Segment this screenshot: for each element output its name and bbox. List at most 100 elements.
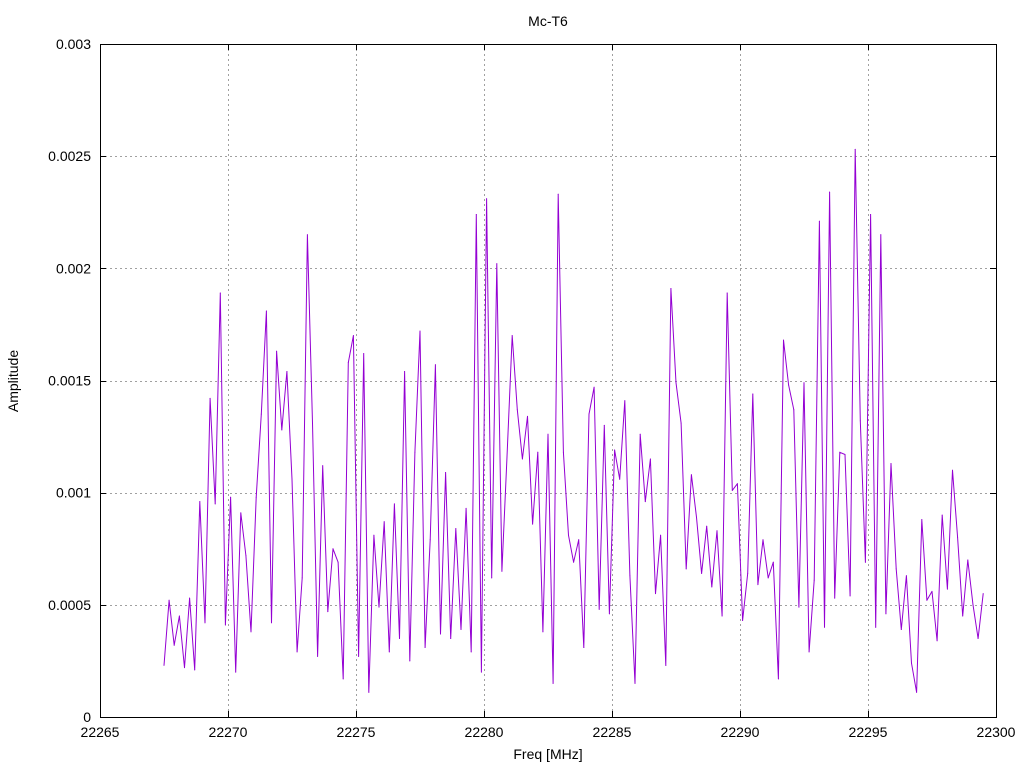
data-point bbox=[521, 458, 523, 460]
y-axis-label: Amplitude bbox=[5, 350, 21, 412]
x-tick-label: 22270 bbox=[209, 724, 248, 740]
data-point bbox=[245, 555, 247, 556]
data-point bbox=[317, 655, 319, 657]
data-point bbox=[736, 483, 738, 485]
data-point bbox=[532, 523, 534, 525]
data-point bbox=[931, 590, 933, 592]
data-point bbox=[680, 422, 682, 424]
data-point bbox=[696, 516, 697, 518]
data-point bbox=[301, 577, 303, 579]
y-tick-label: 0.0005 bbox=[48, 597, 91, 613]
data-point bbox=[962, 615, 964, 617]
data-point bbox=[327, 611, 329, 613]
data-point bbox=[255, 496, 257, 498]
x-tick-label: 22275 bbox=[337, 724, 376, 740]
data-point bbox=[240, 512, 242, 514]
data-point bbox=[189, 597, 191, 599]
data-point bbox=[619, 478, 621, 480]
data-point bbox=[839, 451, 841, 453]
data-point bbox=[342, 678, 344, 680]
data-point bbox=[946, 588, 948, 590]
data-point bbox=[588, 413, 590, 415]
data-point bbox=[511, 335, 513, 337]
data-point bbox=[926, 599, 928, 601]
data-point bbox=[701, 572, 703, 574]
data-point bbox=[803, 382, 805, 384]
data-point bbox=[977, 638, 979, 639]
data-point bbox=[163, 664, 165, 666]
data-point bbox=[516, 409, 518, 411]
data-point bbox=[706, 525, 708, 527]
data-point bbox=[506, 456, 508, 458]
data-point bbox=[475, 214, 477, 215]
data-point bbox=[798, 606, 800, 608]
y-tick-label: 0.002 bbox=[56, 260, 91, 276]
data-point bbox=[880, 234, 882, 236]
data-point bbox=[486, 198, 488, 200]
data-point bbox=[757, 584, 759, 586]
data-point bbox=[383, 521, 385, 523]
data-point bbox=[911, 662, 912, 664]
data-point bbox=[547, 433, 549, 435]
data-point bbox=[747, 572, 749, 574]
data-point bbox=[409, 660, 411, 662]
data-point bbox=[393, 503, 395, 505]
y-tick-label: 0 bbox=[83, 709, 91, 725]
data-point bbox=[941, 514, 943, 516]
data-point bbox=[281, 429, 283, 431]
data-point bbox=[772, 561, 774, 563]
data-point bbox=[501, 570, 503, 572]
data-point bbox=[373, 534, 375, 536]
data-point bbox=[783, 339, 784, 341]
data-point bbox=[629, 575, 631, 577]
data-point bbox=[260, 413, 262, 415]
data-point bbox=[716, 530, 718, 532]
data-point bbox=[952, 469, 953, 471]
data-point bbox=[665, 664, 667, 666]
data-point bbox=[337, 561, 339, 563]
data-point bbox=[916, 691, 918, 693]
data-point bbox=[624, 400, 626, 402]
data-point bbox=[762, 539, 764, 541]
data-point bbox=[424, 647, 426, 648]
data-point bbox=[480, 671, 482, 673]
x-tick-label: 22290 bbox=[721, 724, 760, 740]
data-point bbox=[568, 534, 569, 536]
data-point bbox=[690, 474, 692, 476]
x-tick-label: 22280 bbox=[465, 724, 504, 740]
data-point bbox=[230, 496, 232, 498]
y-tick-label: 0.0015 bbox=[48, 373, 91, 389]
data-point bbox=[358, 655, 360, 657]
data-point bbox=[890, 463, 892, 464]
data-point bbox=[711, 586, 713, 588]
data-point bbox=[306, 234, 308, 236]
data-point bbox=[194, 669, 196, 671]
data-point bbox=[537, 451, 539, 453]
data-point bbox=[793, 409, 795, 411]
series-group bbox=[163, 148, 984, 693]
data-point bbox=[905, 575, 907, 577]
data-point bbox=[465, 507, 467, 509]
data-point bbox=[470, 651, 472, 653]
data-point bbox=[276, 350, 278, 352]
data-point bbox=[885, 613, 887, 615]
x-tick-label: 22300 bbox=[977, 724, 1016, 740]
x-tick-label: 22285 bbox=[593, 724, 632, 740]
data-point bbox=[767, 577, 769, 579]
data-point bbox=[527, 415, 528, 417]
data-point bbox=[291, 478, 293, 480]
data-point bbox=[542, 631, 544, 633]
x-axis-label: Freq [MHz] bbox=[513, 746, 582, 762]
data-point bbox=[296, 651, 298, 653]
data-point bbox=[557, 193, 559, 195]
data-point bbox=[870, 214, 872, 215]
data-point bbox=[608, 613, 610, 615]
data-point bbox=[639, 433, 641, 435]
data-point bbox=[726, 292, 728, 294]
data-point bbox=[168, 599, 170, 601]
data-point bbox=[644, 501, 646, 503]
data-point bbox=[808, 651, 810, 653]
data-point bbox=[614, 449, 616, 451]
data-point bbox=[824, 626, 825, 628]
data-point bbox=[378, 606, 380, 608]
